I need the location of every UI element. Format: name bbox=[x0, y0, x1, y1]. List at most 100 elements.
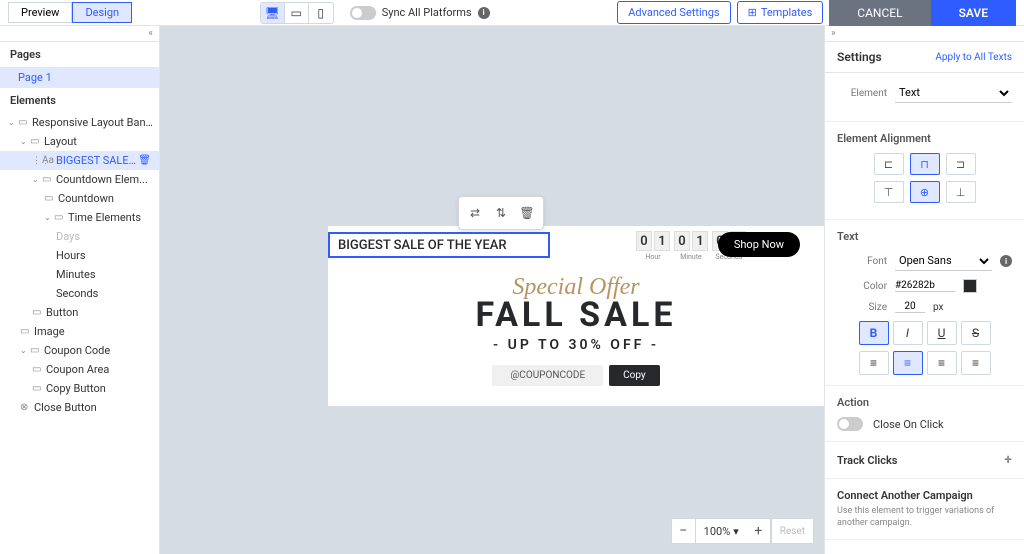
tree-item-seconds[interactable]: Seconds bbox=[0, 284, 159, 303]
zoom-controls: − 100%▾ + Reset bbox=[671, 518, 814, 544]
italic-button[interactable]: I bbox=[893, 321, 923, 345]
shop-now-button[interactable]: Shop Now bbox=[718, 232, 800, 257]
folder-icon: ▭ bbox=[42, 174, 56, 185]
text-align-center-button[interactable]: ≡ bbox=[893, 351, 923, 375]
element-label: Element bbox=[837, 88, 887, 99]
copy-button[interactable]: Copy bbox=[609, 365, 660, 386]
track-clicks-label: Track Clicks bbox=[837, 454, 897, 467]
chevron-down-icon: ⌄ bbox=[20, 137, 30, 146]
close-icon: ⊗ bbox=[20, 402, 34, 413]
text-section-title: Text bbox=[837, 230, 1012, 243]
coupon-code-text[interactable]: @COUPONCODE bbox=[492, 365, 603, 386]
minute-digit-2: 1 bbox=[692, 231, 708, 251]
panel-expand-icon[interactable]: » bbox=[825, 26, 1024, 42]
tree-item-image[interactable]: ▭Image bbox=[0, 322, 159, 341]
font-select[interactable]: Open Sans bbox=[895, 251, 992, 271]
tree-item-selected-text[interactable]: ⋮⋮AaBIGGEST SALE O...🗑 bbox=[0, 151, 159, 170]
color-input[interactable] bbox=[895, 280, 955, 292]
pages-section-title: Pages bbox=[0, 42, 159, 67]
info-icon[interactable]: i bbox=[1000, 255, 1012, 267]
color-label: Color bbox=[837, 281, 887, 292]
zoom-reset-button[interactable]: Reset bbox=[771, 519, 813, 543]
tree-item-countdown[interactable]: ▭Countdown bbox=[0, 189, 159, 208]
element-type-select[interactable]: Text bbox=[895, 83, 1012, 103]
preview-tab[interactable]: Preview bbox=[8, 2, 72, 23]
tree-item-coupon-area[interactable]: ▭Coupon Area bbox=[0, 360, 159, 379]
sync-toggle[interactable] bbox=[350, 6, 376, 20]
align-middle-button[interactable]: ⊕ bbox=[910, 181, 940, 203]
bold-button[interactable]: B bbox=[859, 321, 889, 345]
mobile-icon[interactable]: ▯ bbox=[309, 3, 333, 23]
text-align-justify-button[interactable]: ≡ bbox=[961, 351, 991, 375]
tree-item-time-elements[interactable]: ⌄▭Time Elements bbox=[0, 208, 159, 227]
align-left-button[interactable]: ⊏ bbox=[874, 153, 904, 175]
hour-digit-2: 1 bbox=[654, 231, 670, 251]
fall-sale-text[interactable]: FALL SALE bbox=[328, 295, 824, 335]
trash-icon[interactable]: 🗑 bbox=[515, 201, 539, 225]
zoom-in-button[interactable]: + bbox=[747, 519, 771, 543]
align-bottom-button[interactable]: ⊥ bbox=[946, 181, 976, 203]
size-label: Size bbox=[837, 302, 887, 313]
tree-item-minutes[interactable]: Minutes bbox=[0, 265, 159, 284]
action-title: Action bbox=[837, 396, 1012, 409]
element-icon: ▭ bbox=[32, 364, 46, 375]
align-center-button[interactable]: ⊓ bbox=[910, 153, 940, 175]
tree-item-coupon-code[interactable]: ⌄▭Coupon Code bbox=[0, 341, 159, 360]
text-icon: Aa bbox=[42, 155, 56, 166]
connect-campaign-title: Connect Another Campaign bbox=[837, 489, 1012, 502]
text-align-right-button[interactable]: ≡ bbox=[927, 351, 957, 375]
delete-icon[interactable]: 🗑 bbox=[138, 155, 151, 166]
minute-label: Minute bbox=[680, 253, 702, 261]
alignment-title: Element Alignment bbox=[837, 132, 1012, 145]
apply-to-all-link[interactable]: Apply to All Texts bbox=[935, 52, 1012, 63]
cancel-button[interactable]: CANCEL bbox=[829, 0, 930, 26]
zoom-out-button[interactable]: − bbox=[672, 519, 696, 543]
size-input[interactable] bbox=[895, 301, 925, 313]
chevron-down-icon: ⌄ bbox=[44, 213, 54, 222]
color-swatch[interactable] bbox=[963, 279, 977, 293]
tree-item-days[interactable]: Days bbox=[0, 227, 159, 246]
tree-item-hours[interactable]: Hours bbox=[0, 246, 159, 265]
move-icon[interactable]: ⇅ bbox=[489, 201, 513, 225]
elements-section-title: Elements bbox=[0, 88, 159, 113]
align-top-button[interactable]: ⊤ bbox=[874, 181, 904, 203]
upto-text[interactable]: - UP TO 30% OFF - bbox=[328, 337, 824, 353]
tree-item-button[interactable]: ▭Button bbox=[0, 303, 159, 322]
design-tab[interactable]: Design bbox=[72, 2, 132, 23]
sidebar-collapse-icon[interactable]: « bbox=[0, 26, 159, 42]
tree-item-copy-button[interactable]: ▭Copy Button bbox=[0, 379, 159, 398]
tree-item-root[interactable]: ⌄▭Responsive Layout Banne... bbox=[0, 113, 159, 132]
add-track-click-button[interactable]: + bbox=[1004, 452, 1012, 468]
drag-handle-icon[interactable]: ⋮⋮ bbox=[32, 156, 42, 166]
folder-icon: ▭ bbox=[30, 136, 44, 147]
close-on-click-toggle[interactable] bbox=[837, 417, 863, 431]
advanced-settings-button[interactable]: Advanced Settings bbox=[617, 1, 730, 24]
tablet-icon[interactable]: ▭ bbox=[285, 3, 309, 23]
zoom-level[interactable]: 100%▾ bbox=[696, 525, 747, 538]
save-button[interactable]: SAVE bbox=[931, 0, 1016, 26]
font-label: Font bbox=[837, 256, 887, 267]
selected-text-element[interactable]: BIGGEST SALE OF THE YEAR bbox=[328, 232, 550, 258]
text-align-left-button[interactable]: ≡ bbox=[859, 351, 889, 375]
tree-item-layout[interactable]: ⌄▭Layout bbox=[0, 132, 159, 151]
top-toolbar: Preview Design 🖥 ▭ ▯ Sync All Platforms … bbox=[0, 0, 1024, 26]
sync-label: Sync All Platforms bbox=[382, 6, 472, 19]
chevron-down-icon: ⌄ bbox=[20, 346, 30, 355]
strikethrough-button[interactable]: S bbox=[961, 321, 991, 345]
tree-item-close-button[interactable]: ⊗Close Button bbox=[0, 398, 159, 417]
element-icon: ▭ bbox=[32, 307, 46, 318]
minute-digit-1: 0 bbox=[674, 231, 690, 251]
canvas[interactable]: 01Hour 01Minute 08Seconds Shop Now Speci… bbox=[160, 26, 824, 554]
hour-label: Hour bbox=[645, 253, 660, 261]
page-item[interactable]: Page 1 bbox=[0, 67, 159, 88]
underline-button[interactable]: U bbox=[927, 321, 957, 345]
templates-icon: ⊞ bbox=[748, 6, 757, 19]
close-on-click-label: Close On Click bbox=[873, 418, 944, 431]
folder-icon: ▭ bbox=[30, 345, 44, 356]
info-icon[interactable]: i bbox=[478, 7, 490, 19]
templates-button[interactable]: ⊞Templates bbox=[737, 1, 824, 24]
swap-icon[interactable]: ⇄ bbox=[463, 201, 487, 225]
align-right-button[interactable]: ⊐ bbox=[946, 153, 976, 175]
tree-item-countdown-elem[interactable]: ⌄▭Countdown Elem... bbox=[0, 170, 159, 189]
desktop-icon[interactable]: 🖥 bbox=[261, 3, 285, 23]
